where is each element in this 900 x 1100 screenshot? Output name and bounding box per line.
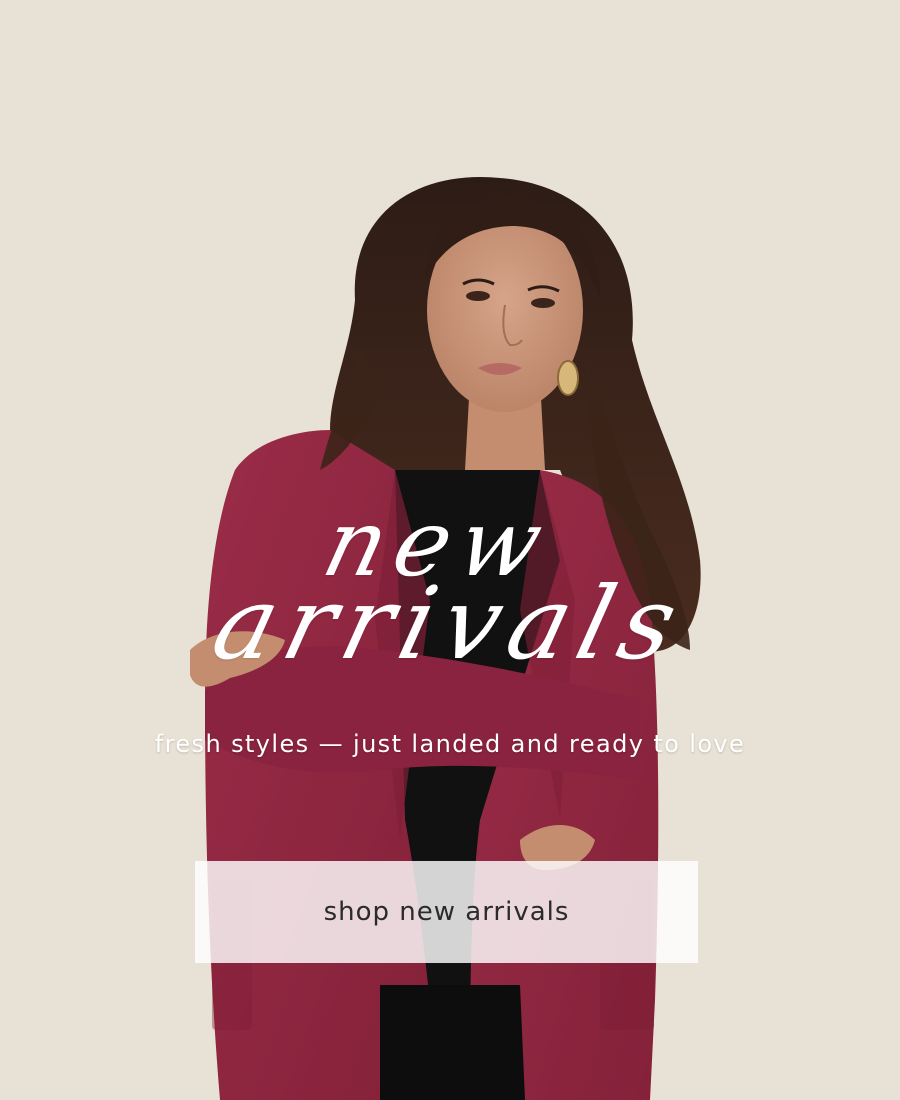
shop-new-arrivals-button[interactable]: shop new arrivals [195, 861, 698, 963]
earring [557, 360, 579, 396]
subtitle: fresh styles — just landed and ready to … [154, 730, 746, 758]
trousers [380, 985, 525, 1100]
promo-banner[interactable]: new arrivals fresh styles — just landed … [0, 0, 900, 1100]
